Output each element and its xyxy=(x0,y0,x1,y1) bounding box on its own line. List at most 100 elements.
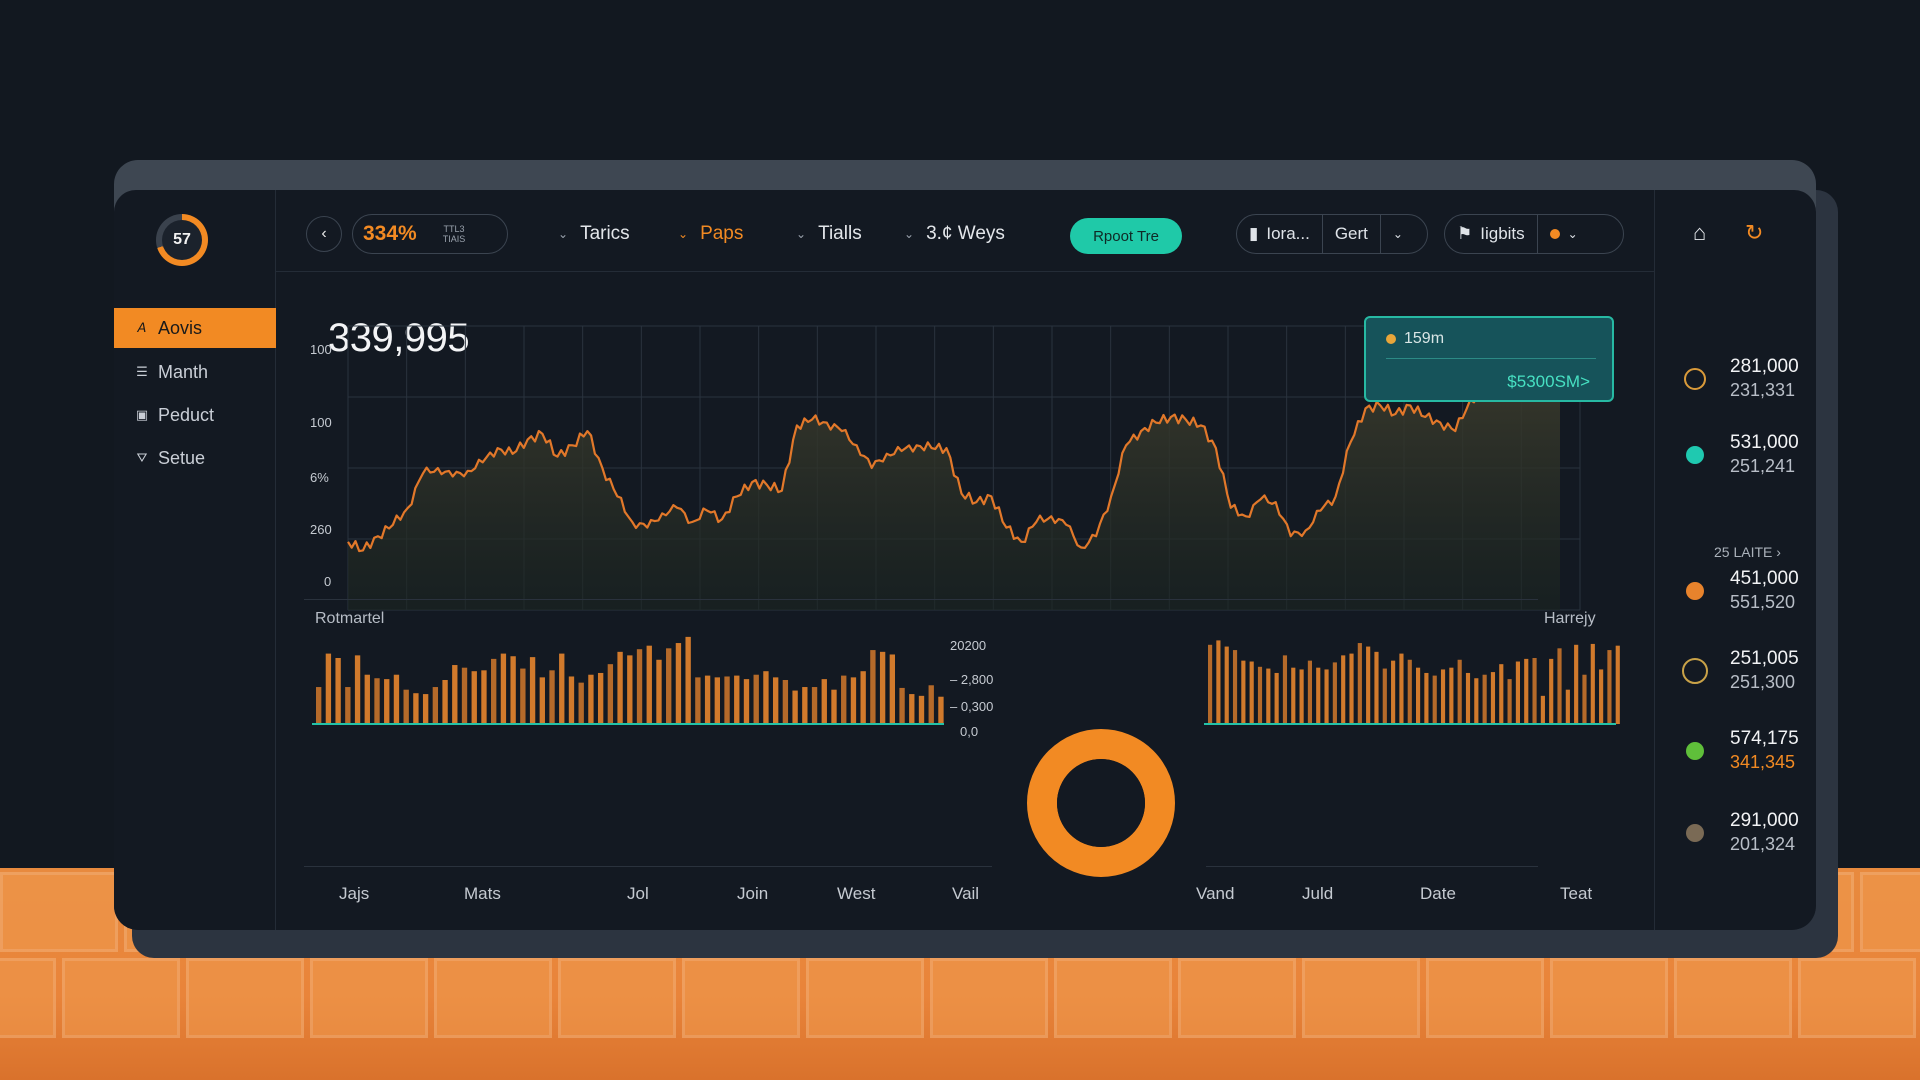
bar xyxy=(1291,667,1296,724)
stat-item[interactable]: 251,005 251,300 xyxy=(1668,648,1816,698)
segment-dropdown[interactable]: ⌄ xyxy=(1381,214,1415,254)
bar xyxy=(811,687,818,724)
x-axis-label: Vand xyxy=(1196,884,1235,903)
bar xyxy=(1399,653,1404,724)
bar xyxy=(1366,646,1371,724)
x-axis-label: Vail xyxy=(952,884,980,903)
stat-secondary: 201,324 xyxy=(1730,834,1796,854)
bar xyxy=(568,676,575,724)
bar xyxy=(646,645,652,724)
bar xyxy=(918,695,925,724)
bar xyxy=(1416,667,1421,724)
highlights-segment: ⚑ Iigbits ⌄ xyxy=(1444,214,1624,254)
wall-brick xyxy=(186,958,304,1038)
stat-item[interactable]: 531,000 251,241 xyxy=(1668,432,1816,482)
stat-secondary: 251,300 xyxy=(1730,672,1796,692)
tooltip-label: 159m xyxy=(1404,330,1445,347)
sidebar-item-aovis[interactable]: 𝘈 Aovis xyxy=(114,308,276,348)
bar xyxy=(588,674,594,724)
chevron-down-icon: ⌄ xyxy=(796,227,807,241)
tab-tarics[interactable]: ⌄ Tarics xyxy=(558,220,630,248)
x-axis-label: Jol xyxy=(627,884,649,903)
y-tick-label: 6% xyxy=(310,470,329,485)
x-axis-label: Mats xyxy=(464,884,501,903)
bar xyxy=(695,677,701,724)
tab-paps[interactable]: ⌄ Paps xyxy=(678,220,743,248)
tab-tialls[interactable]: ⌄ Tialls xyxy=(796,220,862,248)
bar xyxy=(481,670,487,724)
bar xyxy=(870,650,876,724)
stat-secondary: 341,345 xyxy=(1730,752,1796,772)
left-bar-chart[interactable] xyxy=(312,634,1054,734)
building-icon[interactable]: ⌂ xyxy=(1693,220,1706,246)
toolbar: ‹ 334% TTL3 TIAIS ⌄ Tarics ⌄ Paps ⌄ Tial… xyxy=(276,190,1654,272)
right-bar-chart[interactable] xyxy=(1204,634,1620,734)
bar xyxy=(413,693,419,724)
stat-item[interactable]: 281,000 231,331 xyxy=(1668,356,1816,406)
bar-y-tick: 0,0 xyxy=(960,724,979,739)
wall-brick xyxy=(1054,958,1172,1038)
sidebar-item-setue[interactable]: ⛛ Setue xyxy=(114,438,276,478)
score-ring-logo[interactable]: 57 xyxy=(156,214,208,266)
filter-segment-option-1[interactable]: ▮ Iora... xyxy=(1237,214,1322,254)
bar xyxy=(1490,672,1496,724)
more-link[interactable]: 25 LAITE › xyxy=(1714,544,1781,560)
section-label-left: Rotmartel xyxy=(315,610,385,627)
sidebar-item-manth[interactable]: ☰ Manth xyxy=(114,352,276,392)
sidebar-item-label: Aovis xyxy=(158,317,203,338)
wall-brick xyxy=(930,958,1048,1038)
bar xyxy=(384,679,390,724)
wall-brick xyxy=(1674,958,1792,1038)
stat-secondary: 251,241 xyxy=(1730,456,1796,476)
bar xyxy=(1599,669,1604,724)
bar xyxy=(578,682,584,724)
wall-brick xyxy=(434,958,552,1038)
bar xyxy=(841,675,847,724)
bar xyxy=(1574,644,1579,724)
lock-icon: ▮ xyxy=(1249,224,1259,243)
tab-weys[interactable]: ⌄ 3.¢ Weys xyxy=(904,220,1005,248)
a-icon: 𝘈 xyxy=(137,320,147,335)
stat-item[interactable]: 291,000 201,324 xyxy=(1668,810,1816,860)
bar xyxy=(724,676,730,724)
bar xyxy=(1540,695,1545,724)
bar xyxy=(403,689,409,724)
wall-brick xyxy=(1860,872,1920,952)
bar xyxy=(1590,643,1595,724)
bar xyxy=(607,664,614,724)
bar xyxy=(1299,669,1304,724)
donut-chart[interactable] xyxy=(1026,728,1176,878)
bar xyxy=(1582,674,1587,724)
bar xyxy=(792,690,798,724)
bar xyxy=(889,654,896,724)
color-dropdown[interactable]: ⌄ xyxy=(1538,214,1590,254)
bar xyxy=(1324,669,1329,724)
bar xyxy=(1274,672,1279,724)
stat-item[interactable]: 574,175 341,345 xyxy=(1668,728,1816,778)
percent-pill[interactable]: 334% TTL3 TIAIS xyxy=(352,214,508,254)
bar xyxy=(461,667,468,724)
bar xyxy=(685,636,691,724)
refresh-icon[interactable]: ↻ xyxy=(1745,220,1763,246)
bar xyxy=(316,687,322,724)
primary-action-button[interactable]: Rpoot Tre xyxy=(1070,218,1182,254)
bar xyxy=(909,694,915,724)
x-axis-label: Join xyxy=(737,884,769,903)
highlights-option[interactable]: ⚑ Iigbits xyxy=(1445,214,1537,254)
bar-axis-divider xyxy=(1206,866,1538,867)
bar xyxy=(1341,655,1346,724)
bar xyxy=(471,671,477,724)
stat-item[interactable]: 451,000 551,520 xyxy=(1668,568,1816,618)
bar xyxy=(500,653,507,724)
bar xyxy=(850,677,857,724)
box-icon: ▣ xyxy=(135,407,149,422)
status-dot-icon xyxy=(1549,229,1560,239)
back-button[interactable]: ‹ xyxy=(306,216,342,252)
bar xyxy=(1457,659,1462,724)
section-label-right: Harrejy xyxy=(1544,610,1596,627)
sidebar-item-peduct[interactable]: ▣ Peduct xyxy=(114,395,276,435)
bar xyxy=(753,674,759,724)
bar xyxy=(1374,651,1379,724)
chevron-down-icon: ⌄ xyxy=(1392,227,1403,241)
filter-segment-option-2[interactable]: Gert xyxy=(1323,214,1380,254)
